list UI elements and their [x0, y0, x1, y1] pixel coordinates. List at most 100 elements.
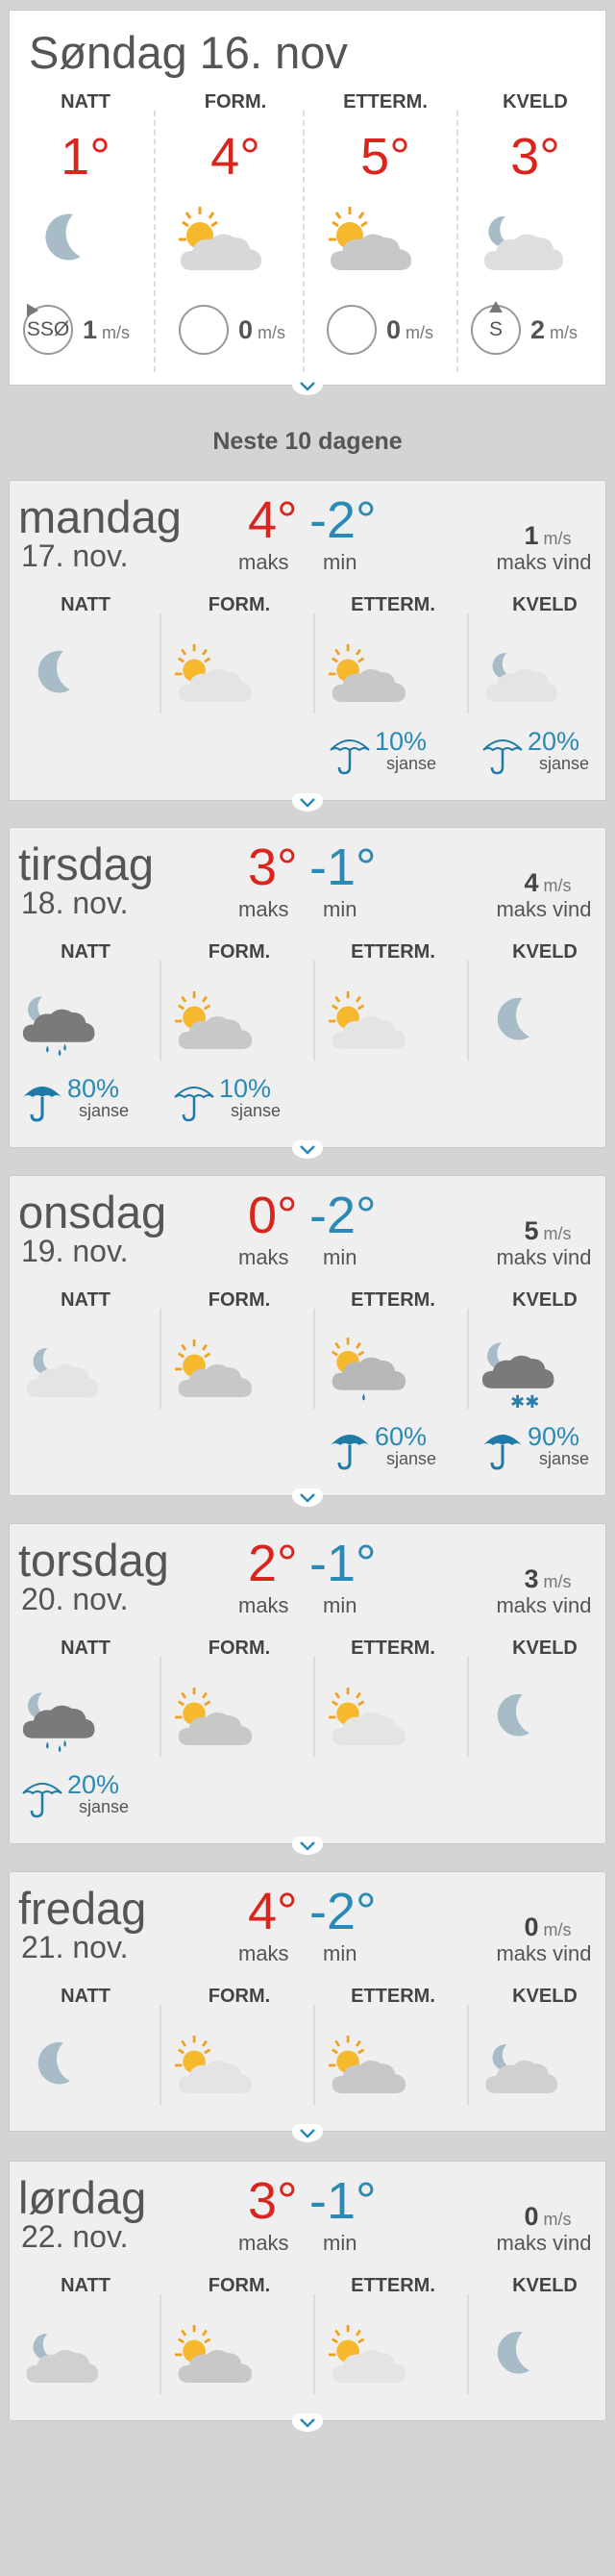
moon-icon: [497, 1693, 529, 1737]
max-label: maks: [238, 1941, 289, 1965]
day-date: 19. nov.: [21, 1234, 129, 1268]
precip-label: sjanse: [539, 754, 590, 773]
day-period: NATT: [12, 1986, 159, 2110]
max-wind-label: maks vind: [496, 897, 592, 921]
umbrella-icon: [330, 739, 370, 775]
wind-unit: m/s: [543, 2210, 572, 2229]
day-card[interactable]: torsdag 20. nov. 2° -1° maks min 3 m/s maks vind…: [9, 1523, 606, 1844]
wind-unit: m/s: [550, 322, 578, 342]
divider: [313, 613, 315, 713]
min-temperature: -2°: [309, 1187, 377, 1244]
precip-chance: 10% sjanse: [327, 729, 436, 777]
moon-icon: [37, 2041, 70, 2085]
moon-light-cloud-icon: [26, 1348, 99, 1397]
umbrella-icon: [23, 1087, 62, 1122]
precip-value: 10%: [219, 1074, 272, 1103]
divider: [313, 1657, 315, 1757]
partly-cloudy-icon: [175, 1339, 253, 1397]
day-period: NATT: [12, 594, 159, 718]
period-label: FORM.: [208, 594, 271, 615]
wind-speed: 2: [530, 314, 546, 344]
day-card[interactable]: mandag 17. nov. 4° -2° maks min 1 m/s maks vind N…: [9, 480, 606, 801]
umbrella-icon: [22, 1783, 62, 1818]
precip-value: 20%: [528, 727, 580, 756]
partly-cloudy-icon: [329, 644, 406, 702]
day-period: KVELD: [472, 1638, 615, 1762]
day-period: NATT: [12, 2275, 159, 2399]
period-label: FORM.: [208, 1289, 271, 1311]
day-name: lørdag: [18, 2172, 147, 2223]
max-wind: 4 m/s: [494, 868, 602, 898]
wind-direction: S: [488, 318, 503, 340]
day-name: torsdag: [18, 1535, 169, 1586]
divider: [313, 961, 315, 1061]
wind-unit: m/s: [543, 529, 572, 548]
period-label: KVELD: [512, 2275, 578, 2296]
today-period-etterm: ETTERM. 5° 0 m/s: [313, 91, 457, 380]
min-label: min: [323, 1593, 357, 1617]
precip-label: sjanse: [79, 1101, 130, 1120]
max-label: maks: [238, 2231, 289, 2255]
day-name: tirsdag: [18, 838, 155, 889]
period-label: KVELD: [512, 1289, 578, 1311]
expand-chevron-icon[interactable]: [291, 1140, 324, 1160]
precip-chance: 60% sjanse: [327, 1424, 436, 1472]
day-period: FORM.: [166, 1289, 312, 1413]
expand-chevron-icon[interactable]: [291, 1837, 324, 1856]
precip-value: 60%: [375, 1422, 428, 1451]
day-date: 22. nov.: [21, 2219, 129, 2254]
day-card[interactable]: tirsdag 18. nov. 3° -1° maks min 4 m/s maks vind…: [9, 827, 606, 1148]
period-label: KVELD: [512, 1638, 578, 1659]
period-label: NATT: [61, 1638, 111, 1659]
max-label: maks: [238, 897, 289, 921]
moon-icon: [45, 213, 81, 261]
max-temperature: 4°: [248, 491, 298, 549]
day-period: FORM.: [166, 1986, 312, 2110]
day-date: 17. nov.: [21, 538, 129, 573]
period-label: NATT: [61, 1289, 111, 1311]
period-label: ETTERM.: [351, 941, 435, 963]
max-temperature: 3°: [248, 2172, 298, 2230]
period-label: NATT: [61, 91, 111, 113]
day-period: NATT: [12, 941, 159, 1065]
expand-chevron-icon[interactable]: [291, 793, 324, 813]
max-wind: 1 m/s: [494, 521, 602, 551]
partly-cloudy-icon: [175, 1688, 253, 1745]
expand-chevron-icon[interactable]: [291, 1488, 324, 1508]
expand-chevron-icon[interactable]: [291, 2413, 324, 2433]
day-period: KVELD: [472, 941, 615, 1065]
period-label: FORM.: [204, 91, 267, 113]
day-card[interactable]: lørdag 22. nov. 3° -1° maks min 0 m/s maks vind N…: [9, 2161, 606, 2421]
wind-unit: m/s: [543, 1224, 572, 1243]
day-card[interactable]: fredag 21. nov. 4° -2° maks min 0 m/s maks vind N…: [9, 1871, 606, 2132]
expand-chevron-icon[interactable]: [291, 2124, 324, 2143]
today-period-natt: NATT 1° SSØ 1 m/s: [13, 91, 158, 380]
period-label: KVELD: [512, 594, 578, 615]
max-wind-label: maks vind: [496, 1593, 592, 1617]
period-temperature: 1°: [61, 128, 111, 186]
divider: [467, 961, 469, 1061]
precip-chance: 90% sjanse: [480, 1424, 589, 1472]
max-wind-label: maks vind: [496, 550, 592, 574]
today-title: Søndag 16. nov: [29, 27, 348, 78]
wind-speed: 0: [386, 314, 402, 344]
min-temperature: -2°: [309, 491, 377, 549]
moon-snow-cloud-icon: ✱✱: [481, 1342, 554, 1413]
svg-text:✱✱: ✱✱: [510, 1392, 539, 1409]
today-period-kveld: KVELD 3° S 2 m/s: [463, 91, 607, 380]
min-label: min: [323, 2231, 357, 2255]
moon-icon: [497, 997, 529, 1040]
precip-value: 10%: [375, 727, 428, 756]
day-period: KVELD ✱✱: [472, 1289, 615, 1413]
wind-speed: 0: [524, 1913, 539, 1941]
partly-cloudy-icon: [329, 207, 411, 270]
day-card[interactable]: onsdag 19. nov. 0° -2° maks min 5 m/s maks vind N…: [9, 1175, 606, 1496]
expand-chevron-icon[interactable]: [291, 377, 324, 396]
wind-unit: m/s: [543, 1920, 572, 1939]
divider: [467, 1309, 469, 1409]
wind-direction-icon: S: [471, 301, 521, 355]
moon-cloud-icon: [485, 2044, 558, 2093]
divider: [467, 1657, 469, 1757]
divider: [160, 2005, 161, 2105]
max-temperature: 4°: [248, 1883, 298, 1940]
